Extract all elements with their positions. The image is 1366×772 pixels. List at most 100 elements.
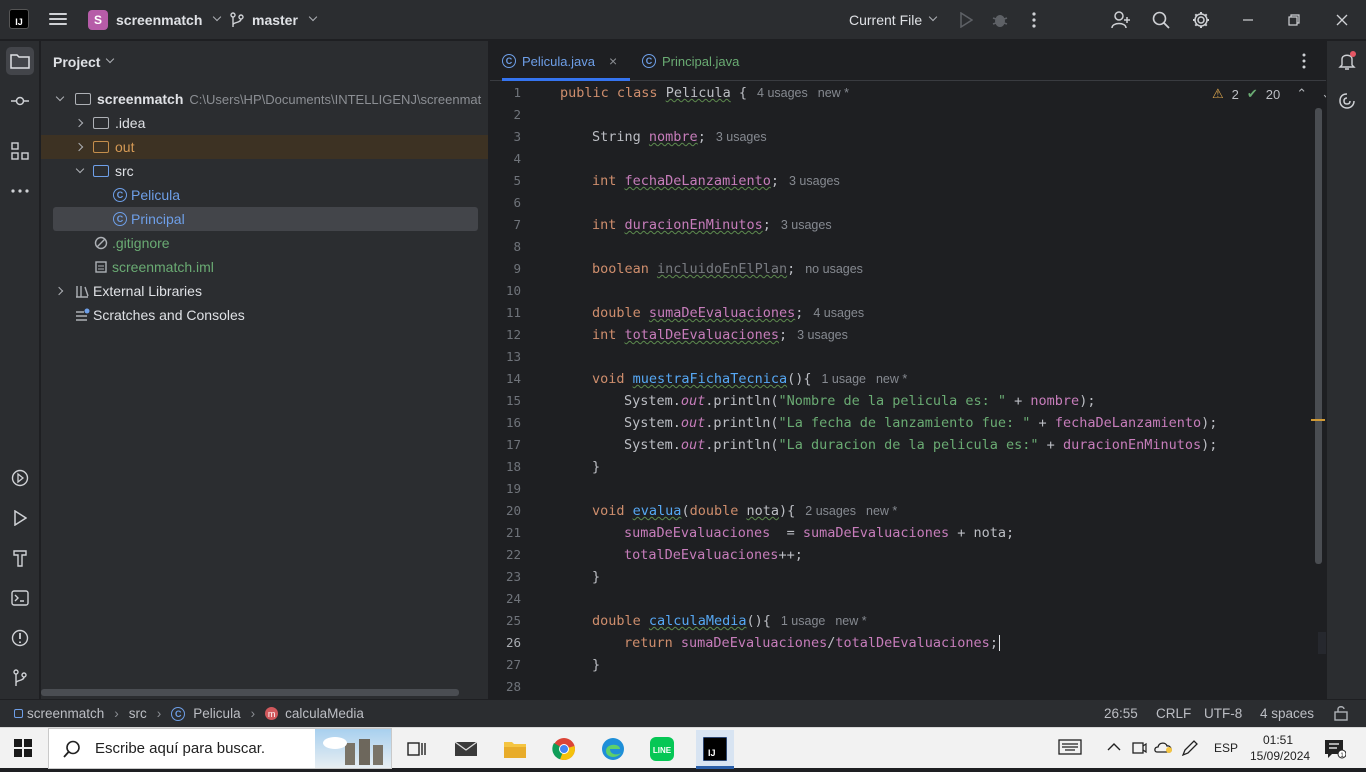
ignore-file-icon <box>94 236 108 250</box>
project-switcher[interactable]: S screenmatch <box>88 10 222 30</box>
debug-icon[interactable] <box>990 10 1010 30</box>
run-config-selector[interactable]: Current File <box>849 12 938 28</box>
run-icon[interactable] <box>956 10 976 30</box>
line-separator[interactable]: CRLF <box>1156 706 1191 721</box>
close-tab-icon[interactable]: × <box>609 53 617 69</box>
breadcrumb-item[interactable]: calculaMedia <box>285 706 364 721</box>
vcs-branch-widget[interactable]: master <box>230 12 318 28</box>
code-editor[interactable]: public class Pelicula {4 usages new * Str… <box>558 82 1318 699</box>
method-icon: m <box>265 707 279 720</box>
minimize-icon[interactable] <box>1238 10 1258 30</box>
run-tool-icon[interactable] <box>6 504 34 532</box>
task-view-icon[interactable] <box>402 734 432 764</box>
windows-start-icon[interactable] <box>14 739 32 760</box>
close-icon[interactable] <box>1332 10 1352 30</box>
notifications-bell-icon[interactable] <box>1333 47 1361 75</box>
line-number: 21 <box>505 525 521 540</box>
tree-node-src[interactable]: src <box>41 159 488 183</box>
warning-icon: ⚠ <box>1212 86 1224 101</box>
more-actions-icon[interactable] <box>1024 10 1044 30</box>
code-line-12: int totalDeEvaluaciones; 3 usages <box>592 327 848 343</box>
git-icon[interactable] <box>6 664 34 692</box>
pen-icon[interactable] <box>1181 739 1199 760</box>
edge-icon[interactable] <box>598 734 628 764</box>
terminal-icon[interactable] <box>6 584 34 612</box>
show-hidden-icons-chevron[interactable] <box>1107 740 1121 755</box>
line-number: 3 <box>513 129 521 144</box>
code-line-7: int duracionEnMinutos; 3 usages <box>592 217 832 233</box>
main-menu-icon[interactable] <box>49 11 67 27</box>
intellij-taskbar-icon[interactable]: IJ <box>696 730 734 768</box>
tree-node-external-libraries[interactable]: External Libraries <box>41 279 488 303</box>
expand-arrow-icon[interactable] <box>75 166 85 176</box>
java-class-icon: C <box>113 212 127 226</box>
expand-arrow-icon[interactable] <box>55 286 65 296</box>
ai-assistant-icon[interactable] <box>1333 87 1361 115</box>
restore-icon[interactable] <box>1284 10 1304 30</box>
tree-node-screenmatch[interactable]: screenmatch C:\Users\HP\Documents\INTELL… <box>41 87 488 111</box>
notification-center-icon[interactable]: 1 <box>1324 739 1347 762</box>
line-number: 9 <box>513 261 521 276</box>
tree-node-out[interactable]: out <box>41 135 488 159</box>
caret-position[interactable]: 26:55 <box>1104 706 1138 721</box>
tree-node-pelicula[interactable]: C Pelicula <box>41 183 488 207</box>
tab-label: Principal.java <box>662 53 740 69</box>
tree-label: src <box>115 163 134 179</box>
file-encoding[interactable]: UTF-8 <box>1204 706 1242 721</box>
line-number: 2 <box>513 107 521 122</box>
system-clock[interactable]: 01:51 15/09/2024 <box>1250 732 1310 764</box>
tree-node-gitignore[interactable]: .gitignore <box>41 231 488 255</box>
settings-gear-icon[interactable] <box>1191 10 1211 30</box>
breadcrumb-item[interactable]: screenmatch <box>27 706 104 721</box>
code-line-20: void evalua(double nota){2 usages new * <box>592 503 898 519</box>
previous-highlight-icon[interactable]: ⌃ <box>1296 86 1307 102</box>
chevron-down-icon <box>106 54 115 64</box>
add-user-icon[interactable] <box>1111 10 1131 30</box>
inspection-widget[interactable]: ⚠2 ✔20 ⌃ ⌄ <box>1212 86 1332 102</box>
commit-icon[interactable] <box>6 87 34 115</box>
java-class-icon: C <box>171 706 186 721</box>
intellij-logo-icon[interactable]: IJ <box>9 9 29 29</box>
windows-taskbar: Escribe aquí para buscar. LINE IJ ESP 01… <box>0 727 1366 769</box>
project-view-selector[interactable]: Project <box>53 54 115 70</box>
breadcrumb-item[interactable]: src <box>129 706 147 721</box>
tree-node-scratches[interactable]: Scratches and Consoles <box>41 303 488 327</box>
tree-node-iml[interactable]: screenmatch.iml <box>41 255 488 279</box>
meet-now-icon[interactable] <box>1131 739 1147 760</box>
chrome-icon[interactable] <box>549 734 579 764</box>
line-app-icon[interactable]: LINE <box>647 734 677 764</box>
build-hammer-icon[interactable] <box>6 544 34 572</box>
touch-keyboard-icon[interactable] <box>1058 738 1082 759</box>
more-tools-icon[interactable] <box>6 177 34 205</box>
tab-options-icon[interactable] <box>1302 53 1306 72</box>
lock-icon[interactable] <box>1334 705 1348 721</box>
problems-icon[interactable] <box>6 624 34 652</box>
search-icon[interactable] <box>1151 10 1171 30</box>
horizontal-scrollbar[interactable] <box>41 689 459 696</box>
breadcrumb-item[interactable]: Pelicula <box>193 706 240 721</box>
tab-principal-java[interactable]: C Principal.java <box>642 41 739 81</box>
line-number: 24 <box>505 591 521 606</box>
structure-icon[interactable] <box>6 137 34 165</box>
mail-app-icon[interactable] <box>451 734 481 764</box>
expand-arrow-icon[interactable] <box>75 142 85 152</box>
code-line-5: int fechaDeLanzamiento; 3 usages <box>592 173 840 189</box>
code-line-25: double calculaMedia(){1 usage new * <box>592 613 867 629</box>
warning-marker[interactable] <box>1311 419 1325 421</box>
expand-arrow-icon[interactable] <box>75 118 85 128</box>
expand-arrow-icon[interactable] <box>55 94 65 104</box>
vertical-scrollbar[interactable] <box>1315 108 1322 564</box>
taskbar-search-box[interactable]: Escribe aquí para buscar. <box>48 728 392 769</box>
indent-setting[interactable]: 4 spaces <box>1260 706 1314 721</box>
onedrive-icon[interactable] <box>1154 740 1174 757</box>
services-icon[interactable] <box>6 464 34 492</box>
module-folder-icon <box>75 93 91 105</box>
input-language[interactable]: ESP <box>1214 741 1238 755</box>
tree-label: screenmatch <box>97 91 184 107</box>
tree-node-idea[interactable]: .idea <box>41 111 488 135</box>
file-explorer-icon[interactable] <box>500 734 530 764</box>
line-number: 7 <box>513 217 521 232</box>
tab-pelicula-java[interactable]: C Pelicula.java × <box>502 41 630 81</box>
project-tool-folder-icon[interactable] <box>6 47 34 75</box>
tree-node-principal[interactable]: C Principal <box>53 207 478 231</box>
